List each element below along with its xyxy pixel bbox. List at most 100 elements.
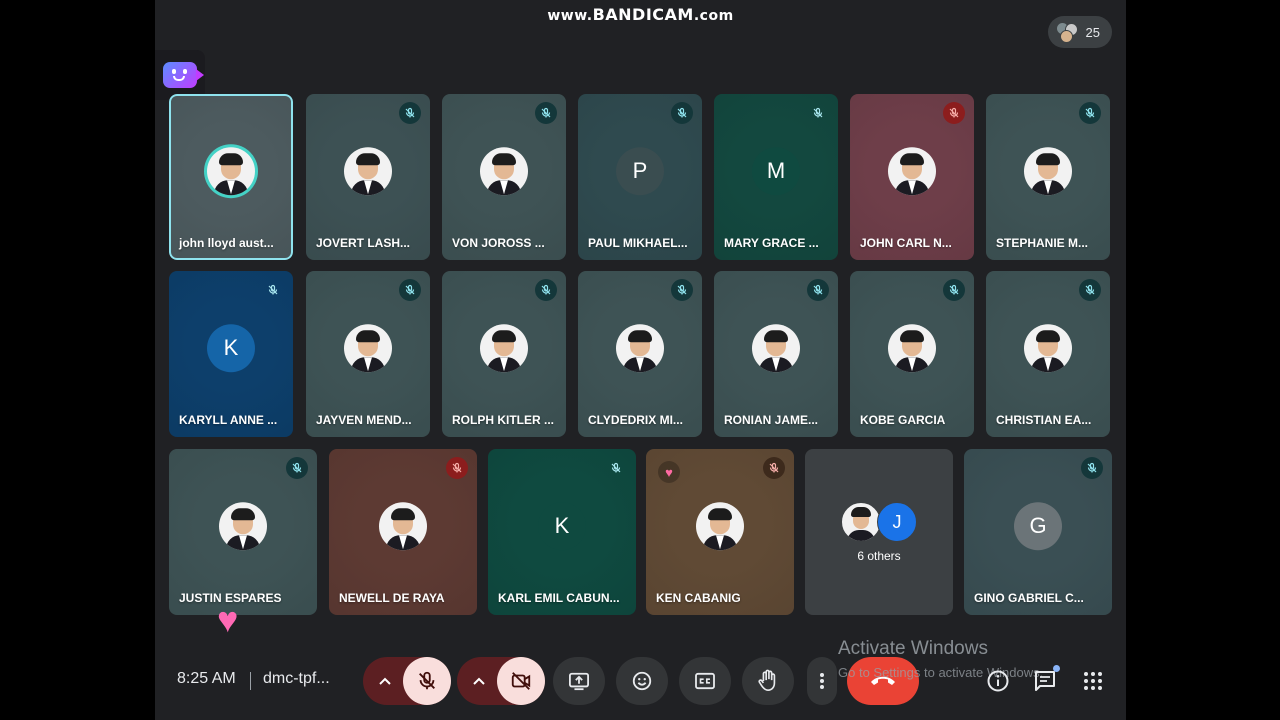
- more-vert-icon: [820, 673, 824, 689]
- participant-avatar-letter: K: [538, 502, 586, 551]
- captions-icon: [695, 672, 715, 690]
- others-tile[interactable]: J 6 others: [805, 449, 953, 615]
- apps-grid-icon: [1084, 672, 1102, 690]
- participant-tile[interactable]: STEPHANIE M...: [986, 94, 1110, 260]
- participants-chip[interactable]: 25: [1048, 16, 1112, 48]
- chat-icon: [1035, 671, 1055, 691]
- activate-windows-title: Activate Windows: [838, 638, 988, 659]
- participants-count: 25: [1085, 24, 1100, 40]
- raise-hand-icon: [758, 669, 776, 691]
- participant-tile[interactable]: NEWELL DE RAYA: [329, 449, 477, 615]
- mic-muted-icon: [399, 102, 421, 124]
- participant-tile[interactable]: P PAUL MIKHAEL...: [578, 94, 702, 260]
- mic-muted-icon: [943, 102, 965, 124]
- participant-tile[interactable]: K KARL EMIL CABUN...: [488, 449, 636, 615]
- meeting-code[interactable]: dmc-tpf...: [263, 670, 330, 688]
- present-button[interactable]: [553, 657, 605, 705]
- participant-avatar: [480, 147, 528, 196]
- mic-muted-icon: [807, 102, 829, 124]
- watermark-suffix: .com: [693, 8, 734, 24]
- participant-name: CHRISTIAN EA...: [996, 413, 1092, 427]
- mic-muted-icon: [1079, 102, 1101, 124]
- participant-tile[interactable]: G GINO GABRIEL C...: [964, 449, 1112, 615]
- mic-muted-icon: [605, 457, 627, 479]
- chat-notification-dot: [1053, 665, 1060, 672]
- participant-name: PAUL MIKHAEL...: [588, 236, 688, 250]
- chat-button[interactable]: [1032, 665, 1060, 694]
- participant-avatar: [344, 147, 392, 196]
- mic-muted-icon: [399, 279, 421, 301]
- participant-tile[interactable]: john lloyd aust...: [169, 94, 293, 260]
- participant-avatar-letter: M: [752, 147, 800, 196]
- participant-tile[interactable]: K KARYLL ANNE ...: [169, 271, 293, 437]
- meet-stage: www.BANDICAM.com 25 john lloyd aust... JO…: [155, 0, 1126, 720]
- mic-options-chevron-icon[interactable]: [375, 671, 395, 691]
- participant-tile[interactable]: CHRISTIAN EA...: [986, 271, 1110, 437]
- activate-windows-subtitle: Go to Settings to activate Windows.: [838, 665, 1044, 680]
- participant-avatar: [1024, 324, 1072, 373]
- participant-tile[interactable]: M MARY GRACE ...: [714, 94, 838, 260]
- participant-name: ROLPH KITLER ...: [452, 413, 554, 427]
- participant-name: MARY GRACE ...: [724, 236, 819, 250]
- camera-options-chevron-icon[interactable]: [469, 671, 489, 691]
- mic-muted-icon: [943, 279, 965, 301]
- participant-tile[interactable]: KOBE GARCIA: [850, 271, 974, 437]
- captions-button[interactable]: [679, 657, 731, 705]
- watermark-brand: BANDICAM: [592, 5, 694, 24]
- participant-tile[interactable]: VON JOROSS ...: [442, 94, 566, 260]
- participant-name: KARYLL ANNE ...: [179, 413, 278, 427]
- participants-avatars-icon: [1056, 22, 1078, 43]
- participant-tile[interactable]: ROLPH KITLER ...: [442, 271, 566, 437]
- present-screen-icon: [569, 672, 589, 691]
- participant-name: JOVERT LASH...: [316, 236, 411, 250]
- participant-tile[interactable]: RONIAN JAME...: [714, 271, 838, 437]
- mic-toggle-button[interactable]: [403, 657, 451, 705]
- participant-avatar: [379, 502, 427, 551]
- participant-tile[interactable]: JOHN CARL N...: [850, 94, 974, 260]
- participant-avatar-letter: P: [616, 147, 664, 196]
- participant-avatar: [219, 502, 267, 551]
- participant-name: STEPHANIE M...: [996, 236, 1089, 250]
- mic-muted-icon: [1079, 279, 1101, 301]
- raise-hand-button[interactable]: [742, 657, 794, 705]
- participant-name: john lloyd aust...: [179, 236, 274, 250]
- participant-tile[interactable]: CLYDEDRIX MI...: [578, 271, 702, 437]
- bottom-divider: [250, 672, 251, 690]
- participant-avatar: [207, 147, 255, 196]
- participant-name: CLYDEDRIX MI...: [588, 413, 683, 427]
- participant-tile[interactable]: JOVERT LASH...: [306, 94, 430, 260]
- others-avatar-letter: J: [877, 502, 917, 542]
- participant-name: KOBE GARCIA: [860, 413, 946, 427]
- participant-avatar-letter: K: [207, 324, 255, 373]
- heart-reaction-icon: ♥: [658, 461, 680, 483]
- mic-muted-icon: [671, 102, 693, 124]
- activities-button[interactable]: [1080, 668, 1106, 694]
- participant-tile[interactable]: JUSTIN ESPARES: [169, 449, 317, 615]
- mic-off-icon: [419, 671, 435, 690]
- participant-name: KEN CABANIG: [656, 591, 741, 605]
- others-avatars: J: [841, 502, 919, 542]
- participant-name: KARL EMIL CABUN...: [498, 591, 620, 605]
- participant-tile[interactable]: KEN CABANIG ♥: [646, 449, 794, 615]
- camera-toggle-button[interactable]: [497, 657, 545, 705]
- camera-app-icon[interactable]: [155, 50, 205, 100]
- participant-avatar: [480, 324, 528, 373]
- participant-name: RONIAN JAME...: [724, 413, 819, 427]
- participant-avatar-letter: G: [1014, 502, 1062, 551]
- participant-name: JAYVEN MEND...: [316, 413, 412, 427]
- participant-name: NEWELL DE RAYA: [339, 591, 445, 605]
- participant-avatar: [888, 324, 936, 373]
- meeting-time: 8:25 AM: [177, 670, 236, 687]
- emoji-icon: [632, 671, 652, 691]
- mic-muted-icon: [535, 102, 557, 124]
- participant-avatar: [696, 502, 744, 551]
- mic-muted-icon: [671, 279, 693, 301]
- emoji-button[interactable]: [616, 657, 668, 705]
- mic-muted-icon: [262, 279, 284, 301]
- mic-muted-icon: [286, 457, 308, 479]
- more-options-button[interactable]: [807, 657, 837, 705]
- bandicam-watermark: www.BANDICAM.com: [155, 5, 1126, 24]
- watermark-prefix: www.: [547, 8, 593, 24]
- meeting-details-button[interactable]: [985, 668, 1011, 694]
- participant-tile[interactable]: JAYVEN MEND...: [306, 271, 430, 437]
